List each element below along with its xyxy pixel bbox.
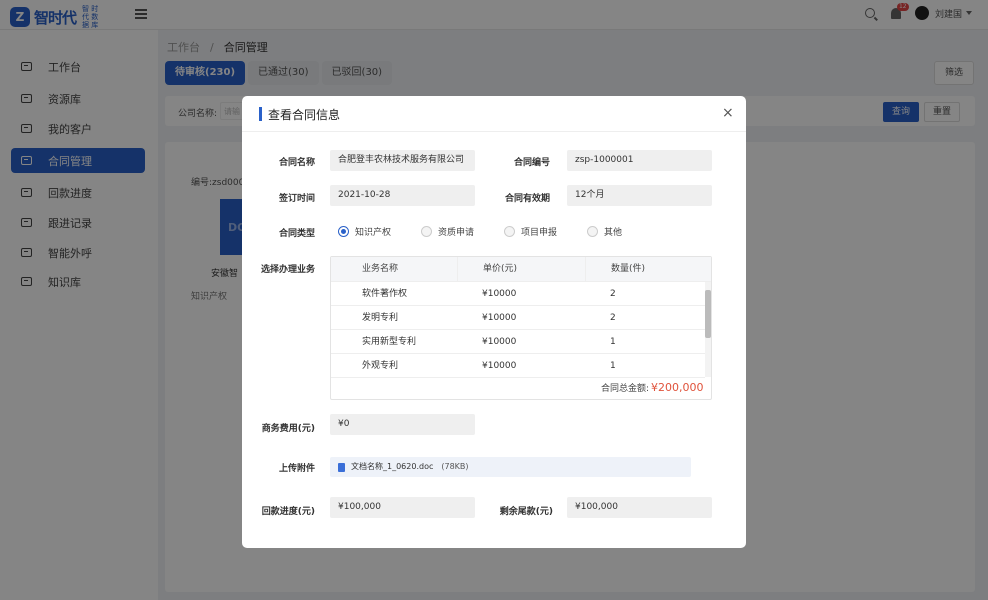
business-label: 选择办理业务 (260, 265, 315, 275)
sign-time-label: 签订时间 (278, 194, 315, 204)
radio-checked-icon (338, 226, 349, 237)
radio-label: 项目申报 (521, 228, 558, 238)
cell-name: 外观专利 (362, 361, 399, 371)
radio-label: 其他 (604, 228, 623, 238)
column-header: 数量(件) (585, 257, 645, 282)
close-icon[interactable]: × (722, 106, 734, 120)
column-header: 业务名称 (362, 264, 399, 274)
payment-progress-label: 回款进度(元) (261, 507, 315, 517)
table-row[interactable]: 实用新型专利 ¥10000 1 (331, 330, 705, 354)
cell-name: 软件著作权 (362, 289, 408, 299)
modal-header: 查看合同信息 × (242, 96, 746, 132)
radio-unchecked-icon (421, 226, 433, 237)
total-label: 合同总金额: (601, 384, 650, 394)
column-header: 单价(元) (457, 257, 517, 282)
radio-qualification[interactable]: 资质申请 (421, 225, 474, 238)
contract-name-label: 合同名称 (278, 158, 315, 168)
radio-project[interactable]: 项目申报 (504, 225, 557, 238)
cell-qty: 1 (610, 361, 616, 371)
remaining-balance-label: 剩余尾款(元) (499, 507, 553, 517)
cell-price: ¥10000 (482, 361, 517, 371)
doc-file-icon (338, 462, 345, 472)
title-accent (259, 107, 262, 121)
contract-type-radios: 知识产权 资质申请 项目申报 其他 (338, 225, 652, 238)
radio-label: 知识产权 (355, 228, 392, 238)
contract-info-modal: 查看合同信息 × 合同名称 合肥登丰农林技术服务有限公司 合同编号 zsp-10… (242, 96, 746, 548)
payment-progress-field[interactable]: ¥100,000 (330, 497, 475, 518)
validity-label: 合同有效期 (504, 194, 550, 204)
attachment-name[interactable]: 文档名称_1_0620.doc (351, 457, 433, 477)
table-header: 业务名称 单价(元) 数量(件) (331, 257, 711, 282)
cell-price: ¥10000 (482, 289, 517, 299)
table-scroll-thumb[interactable] (705, 290, 711, 338)
sign-time-field[interactable]: 2021-10-28 (330, 185, 475, 206)
cell-qty: 2 (610, 289, 616, 299)
contract-type-label: 合同类型 (278, 229, 315, 239)
attachment-label: 上传附件 (278, 464, 315, 474)
radio-unchecked-icon (504, 226, 516, 237)
business-table: 业务名称 单价(元) 数量(件) 软件著作权 ¥10000 2 发明专利 ¥10… (330, 256, 712, 400)
contract-total: 合同总金额: ¥200,000 (601, 381, 704, 394)
validity-field[interactable]: 12个月 (567, 185, 712, 206)
biz-fee-label: 商务费用(元) (261, 424, 315, 434)
cell-name: 实用新型专利 (362, 337, 417, 347)
radio-label: 资质申请 (438, 228, 475, 238)
cell-price: ¥10000 (482, 313, 517, 323)
table-row[interactable]: 软件著作权 ¥10000 2 (331, 282, 705, 306)
table-row[interactable]: 发明专利 ¥10000 2 (331, 306, 705, 330)
cell-qty: 1 (610, 337, 616, 347)
radio-ip[interactable]: 知识产权 (338, 225, 391, 238)
radio-unchecked-icon (587, 226, 599, 237)
contract-no-label: 合同编号 (513, 158, 550, 168)
cell-qty: 2 (610, 313, 616, 323)
cell-price: ¥10000 (482, 337, 517, 347)
contract-name-field[interactable]: 合肥登丰农林技术服务有限公司 (330, 150, 475, 171)
remaining-balance-field[interactable]: ¥100,000 (567, 497, 712, 518)
cell-name: 发明专利 (362, 313, 399, 323)
biz-fee-field[interactable]: ¥0 (330, 414, 475, 435)
attachment-size: (78KB) (441, 462, 469, 471)
contract-no-field[interactable]: zsp-1000001 (567, 150, 712, 171)
attachment-item[interactable]: 文档名称_1_0620.doc (78KB) (330, 457, 691, 477)
radio-other[interactable]: 其他 (587, 225, 622, 238)
table-row[interactable]: 外观专利 ¥10000 1 (331, 354, 705, 378)
total-value: ¥200,000 (651, 381, 704, 394)
modal-title: 查看合同信息 (268, 108, 341, 122)
